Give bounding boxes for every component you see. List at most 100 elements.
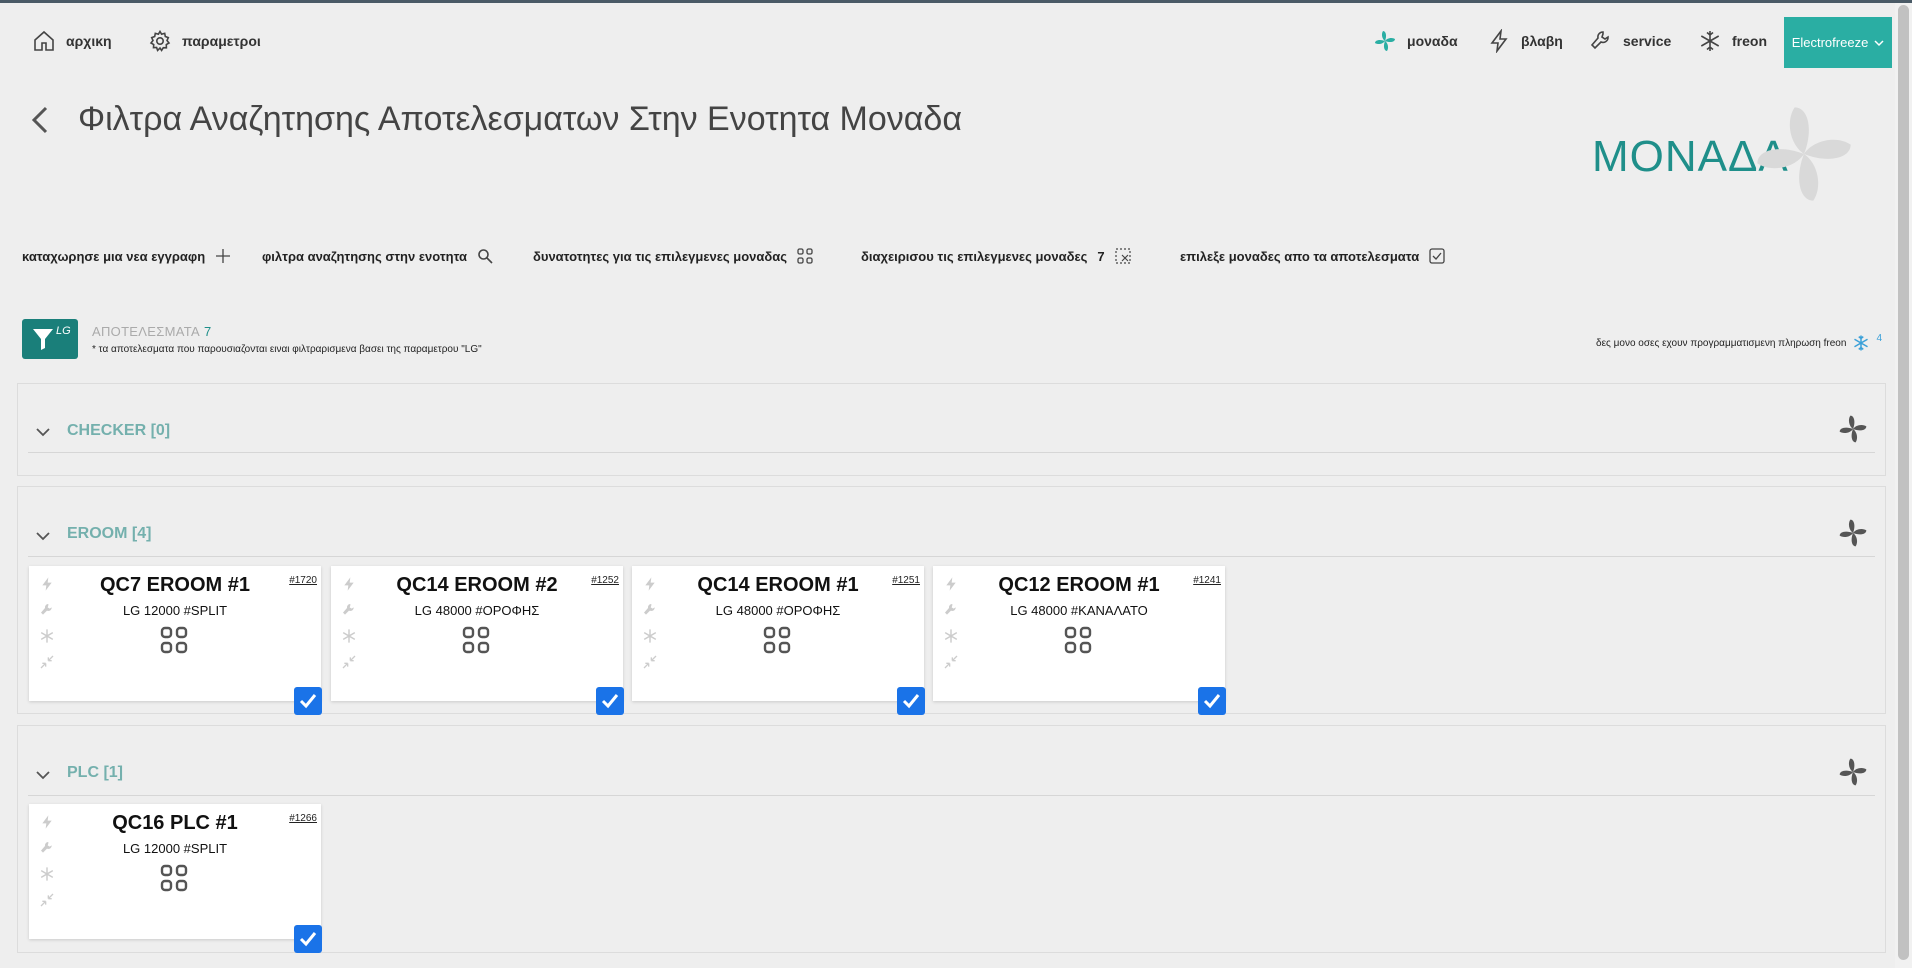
card-title: QC16 PLC #1 (112, 812, 238, 834)
group-divider (28, 452, 1875, 453)
card-id-link[interactable]: #1720 (289, 575, 317, 586)
results-count: 7 (203, 324, 212, 339)
chevron-down-icon[interactable] (34, 527, 52, 545)
card-select-checkbox[interactable] (897, 687, 925, 715)
card-subtitle: LG 12000 #SPLIT (122, 841, 228, 856)
grid-icon[interactable] (160, 626, 188, 654)
card-subtitle: LG 48000 #ΟΡΟΦΗΣ (414, 603, 540, 618)
nav-service[interactable]: service (1589, 29, 1671, 53)
snowflake-icon (1854, 335, 1869, 351)
card-select-checkbox[interactable] (294, 687, 322, 715)
check-icon (299, 694, 317, 709)
card-select-checkbox[interactable] (294, 925, 322, 953)
action-bar: καταχωρησε μια νεα εγγραφη φιλτρα αναζητ… (0, 248, 1912, 272)
selected-count: 7 (1097, 248, 1105, 264)
nav-freon[interactable]: freon (1698, 29, 1767, 53)
card-select-checkbox[interactable] (1198, 687, 1226, 715)
card-subtitle: LG 48000 #ΚΑΝΑΛΑΤΟ (1010, 603, 1148, 618)
group-plc: PLC [1] QC16 PLC #1 LG 12000 #SPLIT #126… (17, 725, 1886, 953)
grid-icon[interactable] (763, 626, 791, 654)
capabilities-button[interactable]: δυνατοτητες για τις επιλεγμενες μοναδας (533, 248, 813, 264)
nav-vlavi[interactable]: βλαβη (1487, 29, 1563, 53)
grid-icon[interactable] (462, 626, 490, 654)
check-icon (1203, 694, 1221, 709)
bolt-icon (1490, 29, 1508, 53)
results-label: ΑΠΟΤΕΛΕΣΜΑΤΑ (92, 324, 200, 339)
card-subtitle: LG 48000 #ΟΡΟΦΗΣ (715, 603, 841, 618)
nav-home[interactable]: αρχικη (32, 29, 112, 53)
nav-params[interactable]: παραμετροι (148, 29, 261, 53)
card-id-link[interactable]: #1251 (892, 575, 920, 586)
unit-card[interactable]: QC12 EROOM #1 LG 48000 #ΚΑΝΑΛΑΤΟ #1241 (933, 566, 1226, 715)
nav-service-label: service (1623, 33, 1672, 49)
section-filters-button[interactable]: φιλτρα αναζητησης στην ενοτητα (262, 248, 493, 264)
top-nav: αρχικη παραμετροι μοναδα βλαβη service f… (0, 3, 1912, 83)
new-entry-button[interactable]: καταχωρησε μια νεα εγγραφη (22, 248, 231, 264)
card-id-link[interactable]: #1266 (289, 813, 317, 824)
company-select[interactable]: Electrofreeze (1784, 17, 1892, 68)
freon-filter-label: δες μονο οσες εχουν προγραμματισμενη πλη… (1596, 337, 1847, 349)
card-id-link[interactable]: #1241 (1193, 575, 1221, 586)
group-title[interactable]: PLC [1] (67, 764, 123, 782)
grid-icon[interactable] (160, 864, 188, 892)
freon-scheduled-filter[interactable]: δες μονο οσες εχουν προγραμματισμενη πλη… (1596, 333, 1882, 352)
fan-icon (1375, 31, 1395, 51)
select-from-results-button[interactable]: επιλεξε μοναδες απο τα αποτελεσματα (1180, 248, 1445, 264)
snowflake-icon[interactable] (642, 628, 658, 644)
snowflake-icon[interactable] (39, 628, 55, 644)
group-title[interactable]: EROOM [4] (67, 525, 151, 543)
manage-selected-label: διαχειρισου τις επιλεγμενες μοναδες (861, 248, 1088, 264)
snowflake-icon[interactable] (39, 866, 55, 882)
fan-icon (1757, 107, 1851, 201)
unit-card[interactable]: QC14 EROOM #2 LG 48000 #ΟΡΟΦΗΣ #1252 (331, 566, 624, 715)
filter-tag: LG (56, 325, 71, 337)
nav-monada[interactable]: μοναδα (1373, 29, 1458, 53)
compress-icon[interactable] (39, 892, 55, 908)
grid-icon (797, 248, 813, 264)
select-from-results-label: επιλεξε μοναδες απο τα αποτελεσματα (1180, 248, 1420, 264)
chevron-down-icon (1874, 39, 1884, 46)
capabilities-label: δυνατοτητες για τις επιλεγμενες μοναδας (533, 248, 788, 264)
unit-card[interactable]: QC16 PLC #1 LG 12000 #SPLIT #1266 (29, 804, 322, 953)
wrench-icon (1590, 31, 1609, 50)
check-icon (902, 694, 920, 709)
compress-icon[interactable] (39, 654, 55, 670)
grid-icon[interactable] (1064, 626, 1092, 654)
card-select-checkbox[interactable] (596, 687, 624, 715)
compress-icon[interactable] (341, 654, 357, 670)
group-title[interactable]: CHECKER [0] (67, 422, 170, 440)
company-label: Electrofreeze (1791, 35, 1869, 50)
back-button[interactable] (26, 100, 58, 140)
manage-selected-button[interactable]: διαχειρισου τις επιλεγμενες μοναδες 7 (861, 248, 1131, 264)
card-id-link[interactable]: #1252 (591, 575, 619, 586)
results-heading: ΑΠΟΤΕΛΕΣΜΑΤΑ 7 (92, 324, 212, 339)
check-icon (299, 932, 317, 947)
chevron-down-icon[interactable] (34, 766, 52, 784)
compress-icon[interactable] (943, 654, 959, 670)
fan-icon (1839, 758, 1867, 786)
nav-params-label: παραμετροι (182, 33, 261, 49)
card-title: QC14 EROOM #2 (396, 574, 558, 596)
nav-home-label: αρχικη (66, 33, 112, 49)
card-title: QC12 EROOM #1 (998, 574, 1160, 596)
unit-card[interactable]: QC7 EROOM #1 LG 12000 #SPLIT #1720 (29, 566, 322, 715)
nav-freon-label: freon (1732, 33, 1767, 49)
chevron-left-icon (31, 106, 48, 134)
group-divider (28, 795, 1875, 796)
fan-icon (1839, 415, 1867, 443)
unit-card[interactable]: QC14 EROOM #1 LG 48000 #ΟΡΟΦΗΣ #1251 (632, 566, 925, 715)
snowflake-icon[interactable] (943, 628, 959, 644)
deselect-icon (1115, 248, 1131, 264)
compress-icon[interactable] (642, 654, 658, 670)
active-filter-badge[interactable]: LG (22, 319, 78, 359)
nav-vlavi-label: βλαβη (1521, 33, 1563, 49)
scrollbar-thumb[interactable] (1898, 5, 1909, 960)
card-title: QC7 EROOM #1 (99, 574, 251, 596)
snowflake-icon[interactable] (341, 628, 357, 644)
chevron-down-icon[interactable] (34, 423, 52, 441)
gear-icon (149, 29, 171, 52)
new-entry-label: καταχωρησε μια νεα εγγραφη (22, 248, 206, 264)
page-title: Φιλτρα Αναζητησης Αποτελεσματων Στην Ενο… (78, 100, 963, 138)
page-scrollbar[interactable] (1895, 3, 1912, 968)
checkbox-icon (1429, 248, 1445, 264)
